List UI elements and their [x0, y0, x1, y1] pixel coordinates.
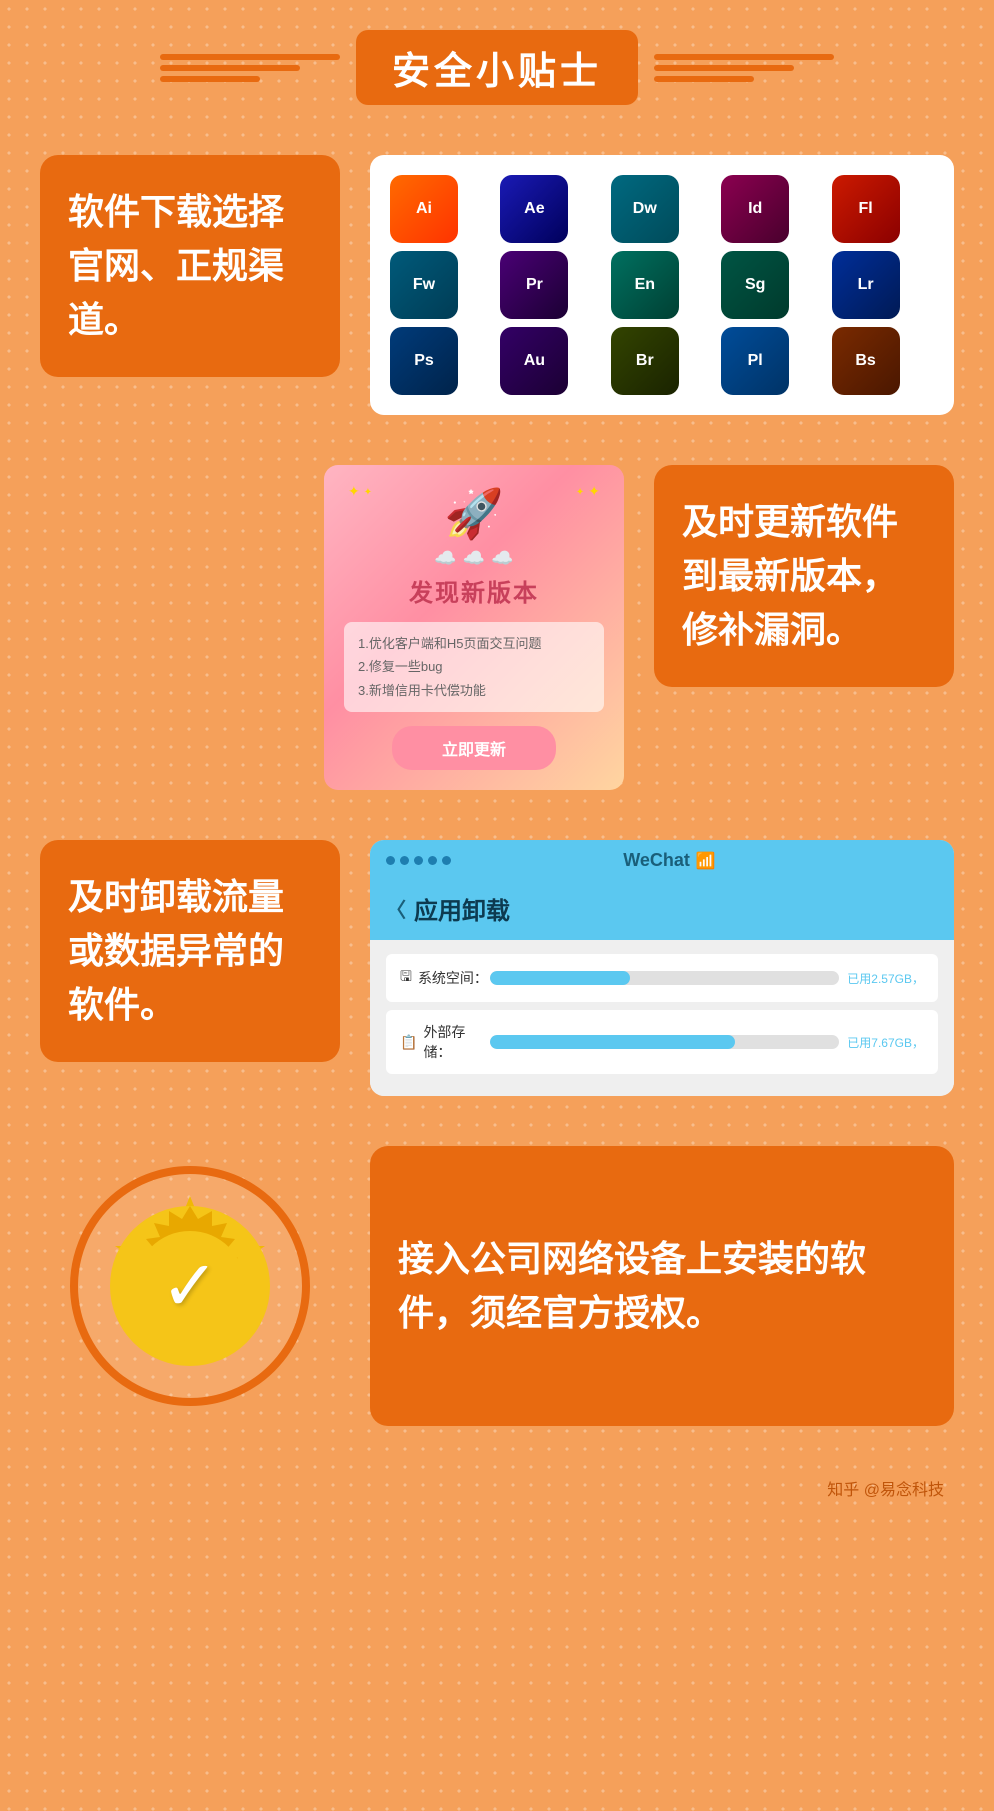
update-feature-2: 2.修复一些bug: [358, 655, 590, 678]
header-title-box: 安全小贴士: [356, 30, 638, 105]
storage-icon: 🖫: [400, 966, 412, 990]
adobe-ps-icon: Ps: [390, 327, 458, 395]
adobe-sg-icon: Sg: [721, 251, 789, 319]
adobe-en-icon: En: [611, 251, 679, 319]
footer-text: 知乎 @易念科技: [827, 1482, 944, 1499]
update-notification-card: ✦ ✦ ✦ ✦ 🚀 ☁️ ☁️ ☁️ 发现新版本 1.优化客户端和H5页面交互问…: [324, 465, 624, 790]
update-feature-1: 1.优化客户端和H5页面交互问题: [358, 632, 590, 655]
section4-text: 接入公司网络设备上安装的软件，须经官方授权。: [398, 1232, 926, 1340]
system-progress-bar: [490, 971, 839, 985]
section1-text-card: 软件下载选择官网、正规渠道。: [40, 155, 340, 377]
adobe-pl-icon: Pl: [721, 327, 789, 395]
wechat-signal-dots: [386, 856, 451, 865]
external-storage-icon: 📋: [400, 1034, 417, 1051]
adobe-ai-icon: Ai: [390, 175, 458, 243]
adobe-icons-card: Ai Ae Dw Id Fl Fw Pr En Sg Lr Ps Au Br P…: [370, 155, 954, 415]
adobe-id-icon: Id: [721, 175, 789, 243]
update-button[interactable]: 立即更新: [392, 726, 556, 770]
wechat-status-bar: WeChat 📶: [370, 840, 954, 881]
adobe-br-icon: Br: [611, 327, 679, 395]
wechat-nav-title: 应用卸载: [414, 891, 510, 926]
medal-container: ✓: [40, 1146, 340, 1426]
update-title: 发现新版本: [409, 573, 539, 608]
section3-row: 及时卸载流量或数据异常的软件。 WeChat 📶 〈 应用卸载: [40, 840, 954, 1096]
rocket-icon: 🚀: [444, 485, 504, 542]
update-feature-3: 3.新增信用卡代偿功能: [358, 679, 590, 702]
header-line-3: [160, 76, 260, 82]
section4-row: 接入公司网络设备上安装的软件，须经官方授权。 ✓: [40, 1146, 954, 1426]
header-line-right-2: [654, 65, 794, 71]
page-title: 安全小贴士: [392, 40, 602, 95]
section2-text-card: 及时更新软件到最新版本，修补漏洞。: [654, 465, 954, 687]
adobe-bs-icon: Bs: [832, 327, 900, 395]
dot-4: [428, 856, 437, 865]
header-line-right-3: [654, 76, 754, 82]
medal-outer-ring: ✓: [70, 1166, 310, 1406]
external-storage-value: 已用7.67GB，: [847, 1034, 924, 1051]
wechat-content: 🖫 系统空间： 已用2.57GB， 📋 外部存储：: [370, 940, 954, 1096]
section2-text: 及时更新软件到最新版本，修补漏洞。: [682, 495, 926, 657]
update-features: 1.优化客户端和H5页面交互问题 2.修复一些bug 3.新增信用卡代偿功能: [344, 622, 604, 712]
section3-text: 及时卸载流量或数据异常的软件。: [68, 870, 312, 1032]
section1-text: 软件下载选择官网、正规渠道。: [68, 185, 312, 347]
adobe-au-icon: Au: [500, 327, 568, 395]
dot-2: [400, 856, 409, 865]
adobe-lr-icon: Lr: [832, 251, 900, 319]
adobe-pr-icon: Pr: [500, 251, 568, 319]
dot-1: [386, 856, 395, 865]
section2-row: 及时更新软件到最新版本，修补漏洞。 ✦ ✦ ✦ ✦ 🚀 ☁️ ☁️ ☁️ 发现新…: [40, 465, 954, 790]
external-progress-fill: [490, 1035, 735, 1049]
adobe-fw-icon: Fw: [390, 251, 458, 319]
medal-checkmark: ✓: [161, 1245, 220, 1327]
wechat-wifi-icon: 📶: [696, 851, 716, 871]
wechat-external-row: 📋 外部存储： 已用7.67GB，: [386, 1010, 938, 1074]
adobe-grid: Ai Ae Dw Id Fl Fw Pr En Sg Lr Ps Au Br P…: [390, 175, 934, 395]
wechat-brand-text: WeChat: [623, 850, 690, 871]
header-line-2: [160, 65, 300, 71]
dot-3: [414, 856, 423, 865]
section3-text-card: 及时卸载流量或数据异常的软件。: [40, 840, 340, 1062]
wechat-nav: 〈 应用卸载: [370, 881, 954, 940]
system-progress-fill: [490, 971, 630, 985]
header-line-1: [160, 54, 340, 60]
dot-5: [442, 856, 451, 865]
header-lines-left: [160, 54, 340, 82]
wechat-back-button[interactable]: 〈: [386, 894, 406, 923]
adobe-fl-icon: Fl: [832, 175, 900, 243]
medal-inner: ✓: [95, 1191, 285, 1381]
wechat-card: WeChat 📶 〈 应用卸载 🖫 系统空间： 已用: [370, 840, 954, 1096]
header-lines-right: [654, 54, 834, 82]
footer: 知乎 @易念科技: [40, 1476, 954, 1500]
section4-text-card: 接入公司网络设备上安装的软件，须经官方授权。: [370, 1146, 954, 1426]
page-header: 安全小贴士: [40, 30, 954, 105]
system-storage-value: 已用2.57GB，: [847, 970, 924, 987]
adobe-dw-icon: Dw: [611, 175, 679, 243]
wechat-external-label: 📋 外部存储：: [400, 1022, 490, 1062]
header-line-right-1: [654, 54, 834, 60]
external-progress-bar: [490, 1035, 839, 1049]
wechat-system-row: 🖫 系统空间： 已用2.57GB，: [386, 954, 938, 1002]
wechat-system-label: 🖫 系统空间：: [400, 966, 490, 990]
section1-row: 软件下载选择官网、正规渠道。 Ai Ae Dw Id Fl Fw Pr En S…: [40, 155, 954, 415]
wechat-brand: WeChat 📶: [623, 850, 716, 871]
adobe-ae-icon: Ae: [500, 175, 568, 243]
